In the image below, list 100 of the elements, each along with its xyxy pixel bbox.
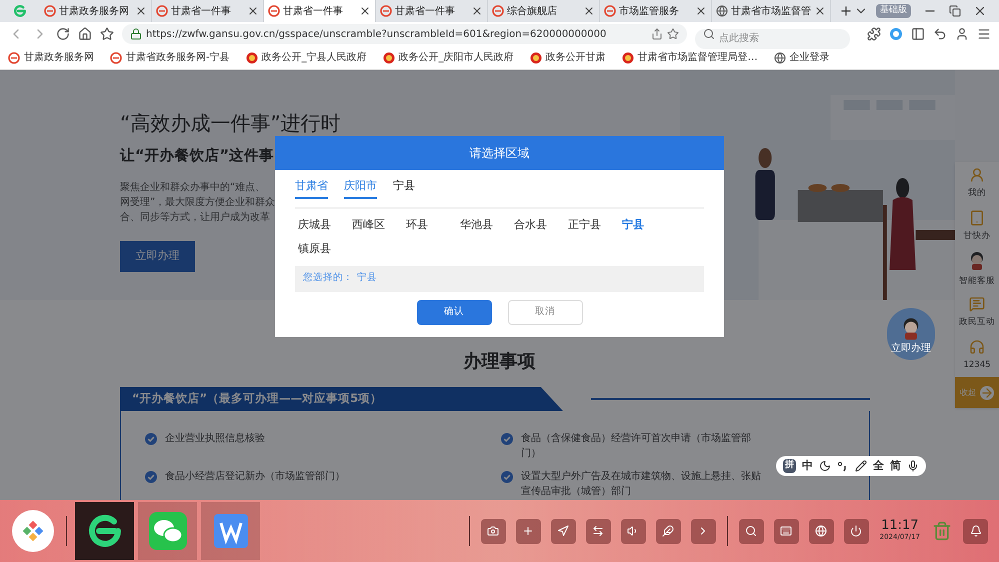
- path-tab[interactable]: 宁县: [393, 178, 415, 198]
- confirm-button[interactable]: 确认: [416, 300, 492, 324]
- check-icon: [501, 471, 513, 483]
- pencil-icon[interactable]: [855, 460, 867, 472]
- browser-tab[interactable]: 甘肃省一件事: [264, 0, 376, 22]
- bookmark-link[interactable]: 政务公开_庆阳市人民政府: [382, 50, 514, 65]
- ime-button[interactable]: 简: [890, 458, 901, 474]
- arrow-right-icon: [980, 386, 994, 400]
- taskbar-app[interactable]: [138, 502, 197, 560]
- restore-icon[interactable]: [949, 5, 961, 17]
- extensions-icon[interactable]: [867, 27, 881, 41]
- tab-title: 甘肃省一件事: [395, 4, 456, 18]
- bookmark-link[interactable]: 甘肃政务服务网: [8, 50, 94, 65]
- sidebar-item[interactable]: 甘快办: [955, 205, 999, 248]
- system-button[interactable]: [808, 518, 834, 544]
- check-icon: [145, 471, 157, 483]
- close-icon[interactable]: [359, 5, 371, 17]
- reload-icon[interactable]: [56, 27, 70, 41]
- section-banner: “开办餐饮店”（最多可办理——对应事项5项）: [120, 387, 563, 411]
- search-icon: [745, 525, 758, 537]
- ime-button[interactable]: 中: [802, 458, 813, 474]
- site-logo-icon: [110, 52, 122, 64]
- notification-button[interactable]: [963, 518, 988, 544]
- region-option[interactable]: 西峰区: [349, 212, 403, 237]
- taskbar-app[interactable]: [75, 502, 134, 560]
- section-heading: 办理事项: [464, 350, 536, 374]
- star-icon[interactable]: [100, 27, 114, 41]
- globe-icon: [815, 525, 828, 537]
- tray-button[interactable]: [480, 518, 506, 544]
- launcher-button[interactable]: [12, 510, 54, 552]
- region-option[interactable]: 庆城县: [295, 212, 349, 237]
- taskbar-app[interactable]: [201, 502, 260, 560]
- punctuation-icon[interactable]: [837, 460, 849, 472]
- region-option[interactable]: 合水县: [511, 212, 565, 237]
- sidebar-icon[interactable]: [911, 27, 925, 41]
- tray-button[interactable]: [656, 518, 681, 544]
- region-option[interactable]: 华池县: [457, 212, 511, 237]
- close-icon[interactable]: [135, 5, 147, 17]
- url-text: https://zwfw.gansu.gov.cn/gsspace/unscramble?unscrambleId=601&region=620000000000: [146, 28, 608, 42]
- chat-bubbles-icon: [148, 511, 188, 551]
- item-text: 食品（含保健食品）经营许可首次申请（市场监管部门）: [521, 432, 752, 461]
- launcher-icon: [23, 521, 43, 541]
- tab-title: 市场监管服务: [619, 4, 680, 18]
- region-option[interactable]: 正宁县: [565, 212, 619, 237]
- tray-button[interactable]: [550, 518, 576, 544]
- bookmark-link[interactable]: 甘肃省政务服务网-宁县: [110, 50, 230, 65]
- close-icon[interactable]: [247, 5, 259, 17]
- sidebar-item[interactable]: 智能客服: [955, 248, 999, 291]
- region-option[interactable]: 镇原县: [295, 237, 349, 262]
- close-icon[interactable]: [814, 5, 826, 17]
- moon-icon[interactable]: [819, 460, 831, 472]
- bookmark-link[interactable]: 政务公开_宁县人民政府: [246, 50, 367, 65]
- message-icon: [969, 296, 985, 312]
- site-logo-icon: [44, 5, 56, 17]
- summary-label: 您选择的：: [303, 271, 353, 286]
- system-button[interactable]: [738, 518, 764, 544]
- system-button[interactable]: [774, 518, 799, 544]
- clock-time: 11:17: [881, 519, 919, 532]
- hero-description-line: 聚焦企业和群众办事中的“难点、: [120, 180, 266, 195]
- url-field[interactable]: https://zwfw.gansu.gov.cn/gsspace/unscramble?unscrambleId=601&region=620000000000: [122, 24, 687, 44]
- hero-subtitle: 让“开办餐饮店”这件事: [120, 146, 274, 166]
- close-icon[interactable]: [471, 5, 483, 17]
- keyboard-icon: [780, 525, 792, 537]
- check-icon: [501, 433, 513, 445]
- region-option[interactable]: 环县: [403, 212, 457, 237]
- assistant-icon[interactable]: [889, 27, 903, 41]
- search-field[interactable]: 点此搜索: [695, 28, 850, 48]
- menu-icon[interactable]: [977, 27, 991, 41]
- undo-icon[interactable]: [933, 27, 947, 41]
- cancel-button[interactable]: 取消: [508, 300, 582, 324]
- share-icon[interactable]: [651, 28, 663, 40]
- new-tab-icon[interactable]: [839, 4, 853, 18]
- tray-button[interactable]: [620, 518, 646, 544]
- bookmark-star-icon[interactable]: [667, 28, 679, 40]
- hero-description-line: 网受理”，最大限度方便企业和群众: [120, 196, 276, 210]
- close-icon[interactable]: [583, 5, 595, 17]
- emblem-icon: [530, 52, 542, 64]
- close-window-icon[interactable]: [973, 4, 987, 18]
- profile-icon[interactable]: [955, 27, 969, 41]
- sidebar-item[interactable]: 我的: [955, 162, 999, 205]
- ime-button[interactable]: 全: [873, 458, 884, 474]
- home-icon[interactable]: [78, 27, 92, 41]
- bookmark-link[interactable]: 政务公开甘肃: [530, 50, 606, 65]
- item-text: 设置大型户外广告及在城市建筑物、设施上悬挂、张贴宣传品审批（城管）部门: [521, 470, 762, 499]
- mascot-label: 立即办理: [891, 342, 931, 356]
- region-option[interactable]: 宁县: [619, 212, 673, 237]
- microphone-icon[interactable]: [907, 460, 919, 472]
- bookmark-link[interactable]: 企业登录: [774, 50, 830, 65]
- tray-button[interactable]: [516, 518, 541, 544]
- bookmark-link[interactable]: 甘肃省市场监督管理局登…: [622, 50, 758, 65]
- tray-button[interactable]: [586, 518, 611, 544]
- system-button[interactable]: [844, 518, 869, 544]
- ime-button[interactable]: 拼: [783, 459, 796, 473]
- site-logo-icon: [604, 5, 616, 17]
- tab-title: 甘肃政务服务网: [59, 4, 130, 18]
- path-tab[interactable]: 庆阳市: [344, 178, 377, 198]
- path-tab[interactable]: 甘肃省: [295, 178, 328, 198]
- emblem-icon: [622, 52, 634, 64]
- globe-icon: [716, 5, 728, 17]
- close-icon[interactable]: [695, 5, 707, 17]
